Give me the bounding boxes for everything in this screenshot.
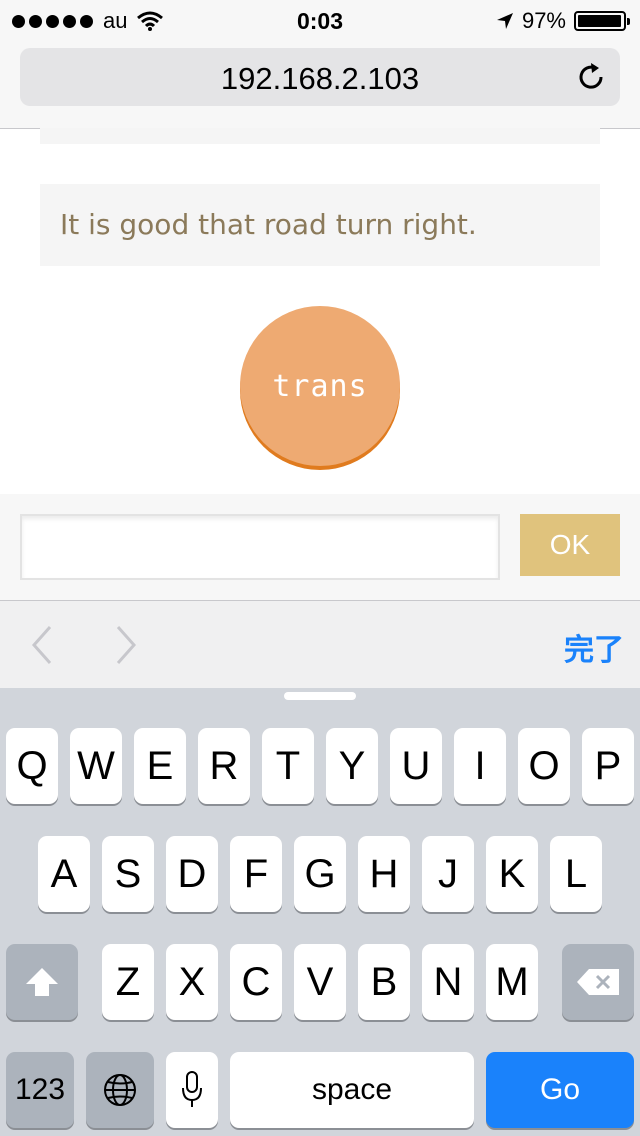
globe-key[interactable] xyxy=(86,1052,154,1128)
key-k[interactable]: K xyxy=(486,836,538,912)
key-n[interactable]: N xyxy=(422,944,474,1020)
done-button[interactable]: 完了 xyxy=(564,625,624,669)
key-f[interactable]: F xyxy=(230,836,282,912)
key-b[interactable]: B xyxy=(358,944,410,1020)
keyboard-handle[interactable] xyxy=(284,692,356,700)
previous-message-card xyxy=(40,128,600,144)
trans-button[interactable]: trans xyxy=(240,306,400,466)
url-text[interactable]: 192.168.2.103 xyxy=(20,61,620,97)
key-i[interactable]: I xyxy=(454,728,506,804)
message-input[interactable] xyxy=(20,514,500,580)
battery-percent: 97% xyxy=(521,8,566,33)
message-card: It is good that road turn right. xyxy=(40,184,600,266)
keyboard: Q W E R T Y U I O P A S D F G H J K L Z … xyxy=(0,688,640,1136)
key-q[interactable]: Q xyxy=(6,728,58,804)
key-g[interactable]: G xyxy=(294,836,346,912)
key-p[interactable]: P xyxy=(582,728,634,804)
go-key[interactable]: Go xyxy=(486,1052,634,1128)
key-r[interactable]: R xyxy=(198,728,250,804)
chevron-right-icon[interactable] xyxy=(112,623,140,667)
key-s[interactable]: S xyxy=(102,836,154,912)
location-arrow-icon xyxy=(496,13,513,29)
reload-icon[interactable] xyxy=(574,60,608,94)
key-o[interactable]: O xyxy=(518,728,570,804)
key-y[interactable]: Y xyxy=(326,728,378,804)
space-key[interactable]: space xyxy=(230,1052,474,1128)
shift-key[interactable] xyxy=(6,944,78,1020)
key-w[interactable]: W xyxy=(70,728,122,804)
input-bar: OK xyxy=(0,494,640,600)
chevron-left-icon[interactable] xyxy=(28,623,56,667)
key-h[interactable]: H xyxy=(358,836,410,912)
battery-icon xyxy=(574,11,630,31)
numbers-key[interactable]: 123 xyxy=(6,1052,74,1128)
key-v[interactable]: V xyxy=(294,944,346,1020)
key-d[interactable]: D xyxy=(166,836,218,912)
backspace-icon xyxy=(577,969,619,995)
keyboard-accessory-bar: 完了 xyxy=(0,600,640,689)
backspace-key[interactable] xyxy=(562,944,634,1020)
key-c[interactable]: C xyxy=(230,944,282,1020)
browser-chrome: au 0:03 97% 192.168.2.103 xyxy=(0,0,640,129)
key-x[interactable]: X xyxy=(166,944,218,1020)
microphone-key[interactable] xyxy=(166,1052,218,1128)
address-bar[interactable]: 192.168.2.103 xyxy=(20,48,620,106)
battery-fill xyxy=(578,15,621,27)
globe-icon xyxy=(104,1074,136,1106)
key-z[interactable]: Z xyxy=(102,944,154,1020)
key-t[interactable]: T xyxy=(262,728,314,804)
key-l[interactable]: L xyxy=(550,836,602,912)
message-text: It is good that road turn right. xyxy=(60,208,477,241)
shift-icon xyxy=(26,968,58,996)
key-e[interactable]: E xyxy=(134,728,186,804)
status-bar: au 0:03 97% xyxy=(0,0,640,40)
ok-button[interactable]: OK xyxy=(520,514,620,576)
key-u[interactable]: U xyxy=(390,728,442,804)
key-m[interactable]: M xyxy=(486,944,538,1020)
key-a[interactable]: A xyxy=(38,836,90,912)
microphone-icon xyxy=(182,1071,202,1107)
key-j[interactable]: J xyxy=(422,836,474,912)
status-right: 97% xyxy=(496,8,630,34)
